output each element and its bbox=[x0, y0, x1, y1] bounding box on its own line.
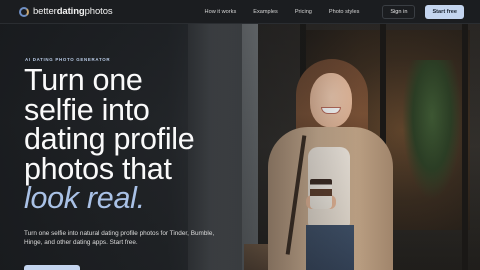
hero-eyebrow: AI DATING PHOTO GENERATOR bbox=[25, 57, 111, 62]
nav-actions: Sign in Start free bbox=[382, 4, 464, 19]
brand-link[interactable]: betterdatingphotos bbox=[19, 6, 113, 17]
nav-link-pricing[interactable]: Pricing bbox=[295, 9, 312, 15]
nav-links: How it works Examples Pricing Photo styl… bbox=[205, 9, 360, 15]
top-nav: betterdatingphotos How it works Examples… bbox=[0, 0, 480, 24]
start-free-button[interactable]: Start free bbox=[425, 4, 464, 19]
headline-line: photos that bbox=[24, 151, 172, 186]
headline-line: selfie into bbox=[24, 92, 150, 127]
nav-link-examples[interactable]: Examples bbox=[253, 9, 278, 15]
sign-in-button[interactable]: Sign in bbox=[382, 4, 416, 19]
headline-accent: look real. bbox=[24, 181, 145, 215]
headline-line: dating profile bbox=[24, 122, 195, 156]
ring-logo-icon bbox=[19, 6, 29, 17]
headline-line: Turn one bbox=[24, 63, 143, 97]
brand-name: betterdatingphotos bbox=[33, 6, 113, 17]
hero-cta-button[interactable] bbox=[24, 265, 80, 270]
hero-headline: Turn one selfie into dating profile phot… bbox=[24, 63, 254, 215]
nav-link-photo-styles[interactable]: Photo styles bbox=[329, 9, 359, 15]
nav-link-how-it-works[interactable]: How it works bbox=[205, 9, 237, 15]
hero-subtext: Turn one selfie into natural dating prof… bbox=[24, 230, 215, 247]
